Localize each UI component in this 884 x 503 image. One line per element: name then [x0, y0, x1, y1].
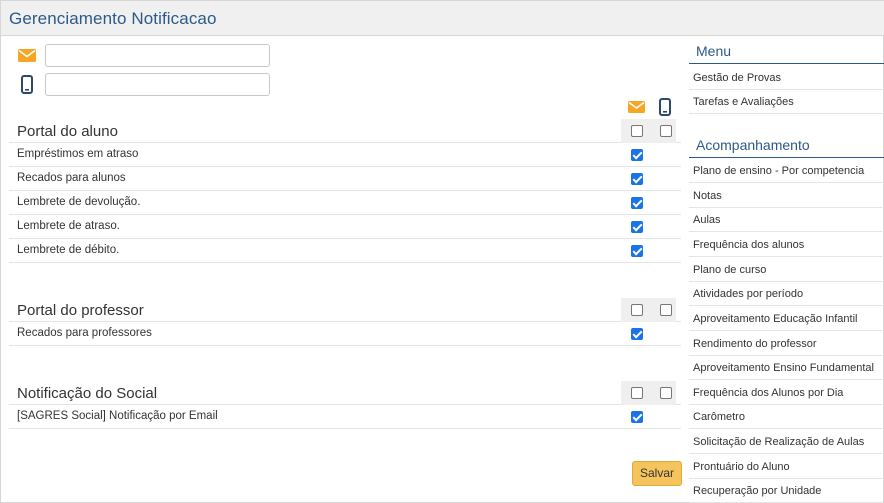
sidebar-item-label: Plano de ensino - Por competencia: [693, 165, 865, 177]
email-checkbox[interactable]: [631, 149, 643, 161]
phone-select-all-checkbox[interactable]: [660, 304, 672, 316]
sidebar-item-frequencia-alunos[interactable]: Frequência dos alunos: [689, 233, 884, 257]
notification-label: Empréstimos em atraso: [17, 148, 139, 160]
email-select-all-checkbox[interactable]: [631, 304, 643, 316]
sidebar-item-label: Plano de curso: [693, 264, 767, 276]
email-select-all-checkbox[interactable]: [631, 125, 643, 137]
notification-row: Empréstimos em atraso: [9, 143, 681, 167]
notification-label: Lembrete de débito.: [17, 244, 120, 256]
sidebar-menu-title: Menu: [696, 43, 732, 59]
section-header: Portal do aluno: [9, 119, 681, 143]
sidebar-menu-header: Menu: [689, 40, 884, 64]
section-title: Portal do aluno: [17, 123, 118, 140]
phone-row: [15, 72, 270, 96]
window-header: Gerenciamento Notificacao: [1, 1, 884, 36]
section-title: Notificação do Social: [17, 385, 158, 402]
sidebar-item-label: Rendimento do professor: [693, 338, 817, 350]
sidebar-item-solicitacao-aulas[interactable]: Solicitação de Realização de Aulas: [689, 430, 884, 454]
notification-row: Lembrete de débito.: [9, 239, 681, 263]
sidebar-item-aproveitamento-infantil[interactable]: Aproveitamento Educação Infantil: [689, 307, 884, 331]
save-button[interactable]: Salvar: [632, 461, 682, 486]
sidebar-item-plano-ensino[interactable]: Plano de ensino - Por competencia: [689, 159, 884, 183]
email-input[interactable]: [45, 43, 270, 67]
sidebar-item-notas[interactable]: Notas: [689, 184, 884, 208]
sidebar-item-label: Aproveitamento Ensino Fundamental: [693, 362, 874, 374]
email-select-all-checkbox[interactable]: [631, 387, 643, 399]
sidebar-item-label: Aulas: [693, 214, 721, 226]
phone-input[interactable]: [45, 72, 270, 96]
notification-label: [SAGRES Social] Notificação por Email: [17, 410, 218, 422]
notification-row: Recados para alunos: [9, 167, 681, 191]
envelope-icon: [15, 45, 39, 65]
sidebar-item-gestao-provas[interactable]: Gestão de Provas: [689, 66, 884, 90]
email-checkbox[interactable]: [631, 328, 643, 340]
notification-label: Recados para alunos: [17, 172, 126, 184]
email-column-icon: [627, 98, 645, 116]
sidebar-item-recuperacao-unidade[interactable]: Recuperação por Unidade: [689, 479, 884, 503]
sidebar-item-label: Carômetro: [693, 411, 745, 423]
notification-panel: Gerenciamento Notificacao Portal do alun…: [0, 0, 884, 503]
email-checkbox[interactable]: [631, 221, 643, 233]
sidebar-item-label: Prontuário do Aluno: [693, 461, 790, 473]
section-portal-aluno: Portal do aluno Empréstimos em atraso Re…: [9, 119, 681, 263]
email-checkbox[interactable]: [631, 197, 643, 209]
sidebar-item-rendimento-professor[interactable]: Rendimento do professor: [689, 332, 884, 356]
sidebar-item-label: Solicitação de Realização de Aulas: [693, 436, 865, 448]
sidebar-item-label: Notas: [693, 190, 722, 202]
window-title: Gerenciamento Notificacao: [9, 9, 217, 28]
notification-label: Lembrete de atraso.: [17, 220, 120, 232]
sidebar-acompanhamento-title: Acompanhamento: [696, 137, 810, 153]
sidebar-item-prontuario-aluno[interactable]: Prontuário do Aluno: [689, 455, 884, 479]
sidebar-item-label: Frequência dos Alunos por Dia: [693, 387, 844, 399]
sidebar-item-label: Gestão de Provas: [693, 72, 782, 84]
sidebar-item-aproveitamento-fundamental[interactable]: Aproveitamento Ensino Fundamental: [689, 356, 884, 380]
notification-row: [SAGRES Social] Notificação por Email: [9, 405, 681, 429]
email-row: [15, 43, 270, 67]
phone-select-all-checkbox[interactable]: [660, 125, 672, 137]
section-notificacao-social: Notificação do Social [SAGRES Social] No…: [9, 381, 681, 429]
sidebar-item-carometro[interactable]: Carômetro: [689, 405, 884, 429]
notification-row: Recados para professores: [9, 322, 681, 346]
section-header: Portal do professor: [9, 298, 681, 322]
notification-row: Lembrete de atraso.: [9, 215, 681, 239]
sidebar-acompanhamento-header: Acompanhamento: [689, 134, 884, 158]
sidebar-item-label: Aproveitamento Educação Infantil: [693, 313, 858, 325]
sidebar-item-aulas[interactable]: Aulas: [689, 208, 884, 232]
sidebar-item-label: Recuperação por Unidade: [693, 485, 822, 497]
sidebar-item-label: Tarefas e Avaliações: [693, 96, 794, 108]
sidebar-item-label: Atividades por período: [693, 288, 804, 300]
sidebar-item-tarefas-avaliacoes[interactable]: Tarefas e Avaliações: [689, 90, 884, 114]
email-checkbox[interactable]: [631, 245, 643, 257]
sidebar-item-plano-curso[interactable]: Plano de curso: [689, 258, 884, 282]
section-portal-professor: Portal do professor Recados para profess…: [9, 298, 681, 346]
sidebar-item-frequencia-dia[interactable]: Frequência dos Alunos por Dia: [689, 381, 884, 405]
section-header: Notificação do Social: [9, 381, 681, 405]
notification-row: Lembrete de devolução.: [9, 191, 681, 215]
sidebar-item-atividades-periodo[interactable]: Atividades por período: [689, 282, 884, 306]
phone-select-all-checkbox[interactable]: [660, 387, 672, 399]
notification-label: Lembrete de devolução.: [17, 196, 141, 208]
sidebar-item-label: Frequência dos alunos: [693, 239, 805, 251]
notification-label: Recados para professores: [17, 327, 152, 339]
smartphone-icon: [15, 74, 39, 94]
section-title: Portal do professor: [17, 302, 144, 319]
smartphone-column-icon: [656, 98, 674, 116]
email-checkbox[interactable]: [631, 411, 643, 423]
email-checkbox[interactable]: [631, 173, 643, 185]
